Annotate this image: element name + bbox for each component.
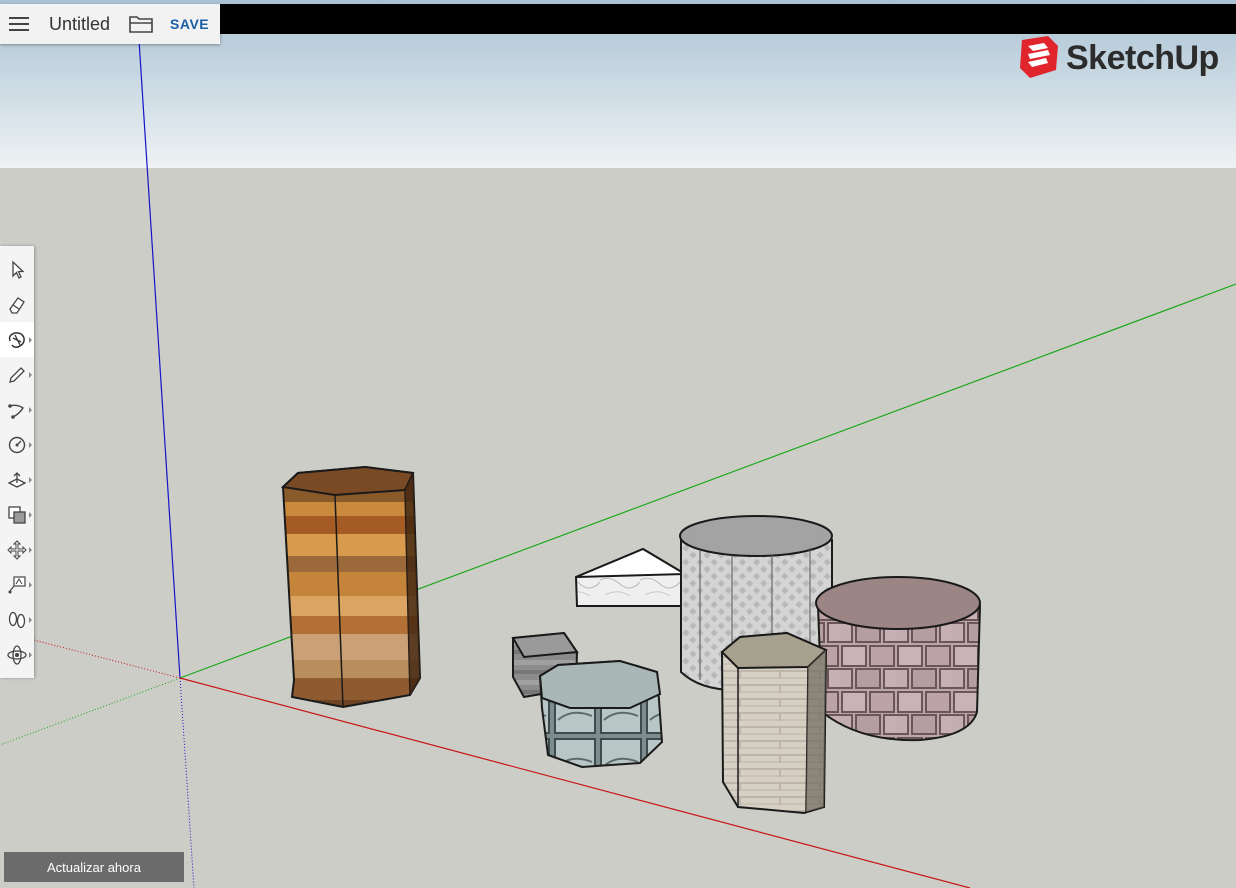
chevron-right-icon xyxy=(29,617,32,623)
chevron-right-icon xyxy=(29,372,32,378)
orbit-icon xyxy=(7,644,27,665)
wood-prism[interactable] xyxy=(280,465,422,709)
folder-icon xyxy=(129,16,153,33)
file-bar: Untitled SAVE xyxy=(0,4,220,44)
update-now-button[interactable]: Actualizar ahora xyxy=(4,852,184,882)
chevron-right-icon xyxy=(29,582,32,588)
tool-arc[interactable] xyxy=(0,392,34,427)
save-button[interactable]: SAVE xyxy=(170,16,209,32)
chevron-right-icon xyxy=(29,407,32,413)
tool-offset[interactable] xyxy=(0,497,34,532)
offset-icon xyxy=(8,505,26,524)
hamburger-icon xyxy=(9,17,29,31)
tool-palette xyxy=(0,246,34,678)
brick-hexagon-prism[interactable] xyxy=(720,631,828,815)
document-title[interactable]: Untitled xyxy=(49,14,110,35)
push-pull-icon xyxy=(7,471,27,488)
eraser-icon xyxy=(9,296,25,314)
ground xyxy=(0,168,1236,888)
chevron-right-icon xyxy=(29,547,32,553)
3d-viewport[interactable] xyxy=(0,0,1236,888)
chevron-right-icon xyxy=(29,652,32,658)
chevron-right-icon xyxy=(29,477,32,483)
tool-text[interactable] xyxy=(0,567,34,602)
tool-walk[interactable] xyxy=(0,602,34,637)
tool-paint-bucket[interactable] xyxy=(0,322,34,357)
text-icon xyxy=(8,575,26,593)
select-icon xyxy=(12,259,25,279)
paint-bucket-icon xyxy=(8,331,25,348)
sketchup-logo: SketchUp xyxy=(1018,36,1219,80)
pencil-icon xyxy=(9,366,25,383)
glass-octagon-prism[interactable] xyxy=(538,659,664,769)
move-icon xyxy=(7,539,27,560)
tool-move[interactable] xyxy=(0,532,34,567)
brand-name: SketchUp xyxy=(1066,38,1219,77)
chevron-right-icon xyxy=(29,337,32,343)
tool-eraser[interactable] xyxy=(0,287,34,322)
circle-icon xyxy=(8,436,26,453)
chevron-right-icon xyxy=(29,512,32,518)
open-file-button[interactable] xyxy=(126,4,156,44)
menu-button[interactable] xyxy=(0,4,38,44)
tool-push-pull[interactable] xyxy=(0,462,34,497)
arc-icon xyxy=(8,403,24,419)
tool-pencil[interactable] xyxy=(0,357,34,392)
tool-select[interactable] xyxy=(0,252,34,287)
footprints-icon xyxy=(8,611,26,628)
pink-stone-cylinder[interactable] xyxy=(815,576,982,742)
sketchup-logo-icon xyxy=(1020,36,1058,78)
chevron-right-icon xyxy=(29,442,32,448)
tool-orbit[interactable] xyxy=(0,637,34,672)
tool-circle[interactable] xyxy=(0,427,34,462)
